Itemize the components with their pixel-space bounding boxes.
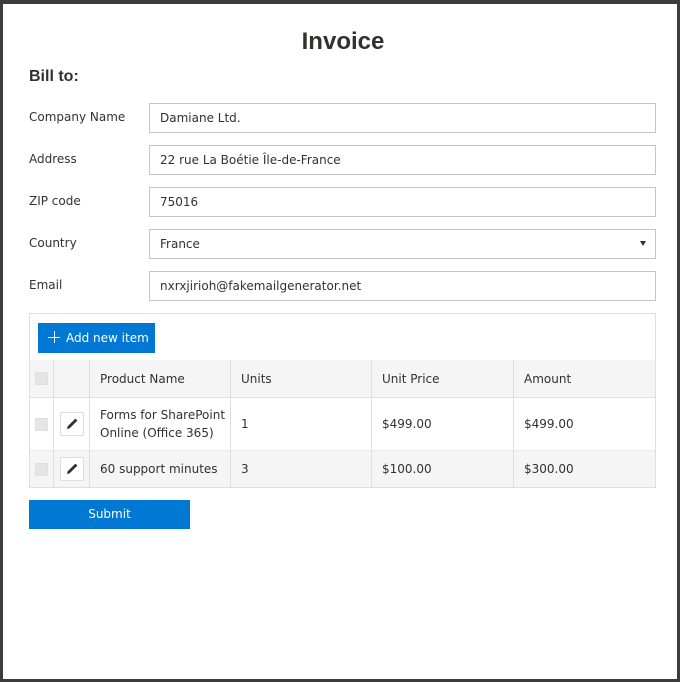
address-field[interactable]: 22 rue La Boétie Île-de-France [149,145,656,175]
table-row[interactable]: Forms for SharePoint Online (Office 365)… [30,398,655,451]
edit-row-button[interactable] [59,412,84,436]
submit-button[interactable]: Submit [29,500,190,529]
cell-units: 3 [231,451,372,487]
select-all-checkbox[interactable] [35,372,48,385]
cell-unit-price: $100.00 [372,451,514,487]
cell-amount: $499.00 [524,417,574,431]
header-select-all-cell [30,360,54,397]
address-row: Address 22 rue La Boétie Île-de-France [29,145,656,175]
country-label: Country [29,236,77,250]
bill-to-heading: Bill to: [29,68,79,85]
zip-code-label: ZIP code [29,194,81,208]
edit-row-button[interactable] [59,457,84,481]
country-row: Country France [29,229,656,259]
cell-product-name: 60 support minutes [90,451,231,487]
column-header-product-name[interactable]: Product Name [90,360,231,397]
chevron-down-icon [640,241,646,246]
email-field[interactable]: nxrxjirioh@fakemailgenerator.net [149,271,656,301]
row-select-cell [30,398,54,450]
company-name-field[interactable]: Damiane Ltd. [149,103,656,133]
zip-code-row: ZIP code 75016 [29,187,656,217]
row-edit-cell [54,398,90,450]
cell-units: 1 [231,398,372,450]
column-header-unit-price[interactable]: Unit Price [372,360,514,397]
row-select-cell [30,451,54,487]
page-title: Invoice [301,28,385,55]
row-checkbox[interactable] [35,417,48,431]
cell-product-name: Forms for SharePoint Online (Office 365) [90,398,231,450]
cell-unit-price: $499.00 [372,398,514,450]
country-dropdown[interactable]: France [149,229,656,259]
row-checkbox[interactable] [35,462,48,476]
add-new-item-button[interactable]: Add new item [38,323,155,353]
grid-header-row: Product Name Units Unit Price Amount [30,360,655,398]
cell-amount: $300.00 [524,462,574,476]
email-row: Email nxrxjirioh@fakemailgenerator.net [29,271,656,301]
column-header-units[interactable]: Units [231,360,372,397]
grid-command-bar: Add new item [30,314,655,360]
row-edit-cell [54,451,90,487]
add-new-item-label: Add new item [66,331,149,345]
country-selected-value: France [160,237,200,251]
plus-icon [48,331,60,343]
zip-code-field[interactable]: 75016 [149,187,656,217]
email-label: Email [29,278,63,292]
pencil-icon [66,463,77,474]
invoice-form-frame: Invoice Bill to: Company Name Damiane Lt… [0,0,680,682]
table-row[interactable]: 60 support minutes 3 $100.00 $300.00 [30,451,655,487]
header-edit-cell [54,360,90,397]
pencil-icon [66,418,77,429]
company-name-row: Company Name Damiane Ltd. [29,103,656,133]
invoice-items-grid: Add new item Product Name Units Unit Pri… [29,313,656,488]
address-label: Address [29,152,77,166]
company-name-label: Company Name [29,110,126,124]
column-header-amount[interactable]: Amount [514,360,655,397]
